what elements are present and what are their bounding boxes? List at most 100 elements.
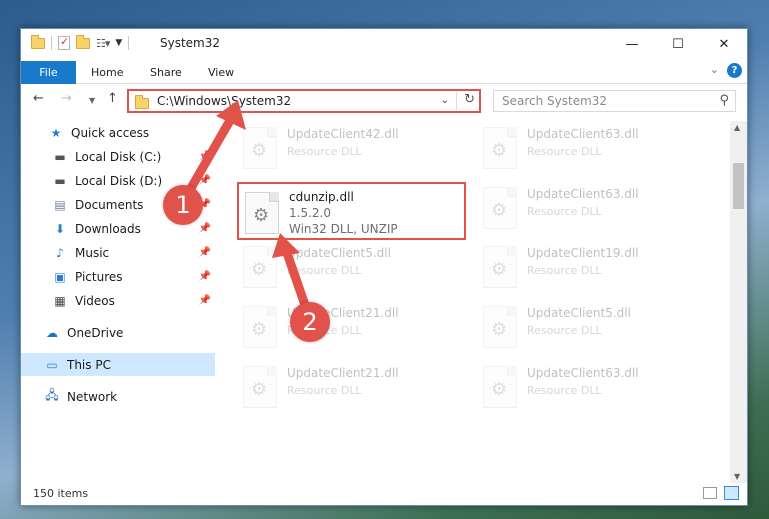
highlighted-file-cdunzip[interactable]: ⚙ cdunzip.dll 1.5.2.0 Win32 DLL, UNZIP (237, 182, 466, 240)
expand-ribbon-chevron-icon[interactable]: ⌄ (710, 63, 719, 76)
list-item[interactable]: ⚙ UpdateClient42.dll Resource DLL (237, 123, 467, 175)
new-folder-icon[interactable] (76, 34, 90, 49)
sidebar-item-local-disk-c[interactable]: ▬ Local Disk (C:) 📌 (21, 145, 215, 168)
sidebar-item-onedrive[interactable]: ☁ OneDrive (21, 321, 215, 344)
search-icon[interactable]: ⚲ (719, 93, 729, 108)
scroll-down-arrow-icon[interactable]: ▼ (734, 472, 740, 481)
tab-home[interactable]: Home (91, 66, 123, 79)
drive-icon: ▬ (54, 149, 66, 164)
file-description: Resource DLL (527, 324, 602, 337)
ribbon-tabs: File Home Share View ⌄ ? (21, 59, 747, 84)
close-button[interactable]: ✕ (701, 29, 747, 59)
sidebar-item-quick-access[interactable]: ★ Quick access (21, 121, 215, 144)
documents-icon: ▤ (54, 197, 66, 212)
tab-view[interactable]: View (208, 66, 234, 79)
list-item[interactable]: ⚙ UpdateClient63.dll Resource DLL (477, 123, 707, 175)
cloud-icon: ☁ (46, 325, 58, 340)
sidebar-item-videos[interactable]: ▦ Videos 📌 (21, 289, 215, 312)
list-item[interactable]: ⚙ UpdateClient5.dll Resource DLL (237, 242, 467, 294)
gear-icon: ⚙ (491, 319, 508, 340)
step-1-badge: 1 (163, 185, 203, 225)
quick-access-toolbar: ☷▾ ▼ (31, 34, 130, 50)
dll-file-icon: ⚙ (483, 187, 517, 229)
dll-file-icon: ⚙ (483, 306, 517, 348)
toolbar-divider (128, 36, 130, 50)
file-version: 1.5.2.0 (289, 206, 331, 220)
list-item[interactable]: ⚙ UpdateClient63.dll Resource DLL (477, 362, 707, 414)
refresh-icon[interactable]: ↻ (464, 92, 475, 107)
window-title: System32 (160, 36, 221, 50)
folder-icon[interactable] (31, 34, 45, 49)
view-options-icon[interactable]: ☷▾ (96, 37, 110, 50)
pin-icon[interactable]: 📌 (199, 271, 211, 282)
sidebar-item-this-pc[interactable]: ▭ This PC (21, 353, 215, 376)
properties-icon[interactable] (58, 35, 70, 50)
details-view-icon[interactable] (703, 487, 717, 499)
pin-icon[interactable]: 📌 (199, 295, 211, 306)
forward-arrow-icon[interactable]: → (61, 91, 72, 106)
sidebar-item-network[interactable]: 🖧 Network (21, 385, 215, 408)
file-description: Resource DLL (527, 384, 602, 397)
scrollbar-thumb[interactable] (733, 163, 744, 209)
pin-icon[interactable]: 📌 (199, 175, 211, 186)
large-icons-view-icon[interactable] (724, 486, 739, 500)
music-icon: ♪ (56, 245, 64, 260)
list-item[interactable]: ⚙ UpdateClient5.dll Resource DLL (477, 302, 707, 354)
dll-file-icon: ⚙ (245, 192, 279, 234)
minimize-button[interactable]: — (609, 29, 655, 59)
customize-toolbar-chevron-icon[interactable]: ▼ (115, 38, 122, 48)
tab-file[interactable]: File (21, 61, 76, 84)
sidebar-item-label: Videos (75, 293, 115, 308)
address-divider (456, 92, 457, 110)
drive-icon: ▬ (54, 173, 66, 188)
vertical-scrollbar[interactable]: ▲ ▼ (730, 121, 747, 483)
sidebar-item-label: Local Disk (D:) (75, 173, 163, 188)
step-2-badge: 2 (290, 302, 330, 342)
file-name: UpdateClient42.dll (287, 127, 399, 141)
pin-icon[interactable]: 📌 (199, 247, 211, 258)
list-item[interactable]: ⚙ UpdateClient63.dll Resource DLL (477, 183, 707, 235)
pin-icon[interactable]: 📌 (199, 151, 211, 162)
file-description: Resource DLL (527, 205, 602, 218)
list-item[interactable]: ⚙ UpdateClient21.dll Resource DLL (237, 302, 467, 354)
navigation-bar: ← → ▼ ↑ C:\Windows\System32 ⌄ ↻ Search S… (21, 85, 747, 117)
sidebar-item-label: Music (75, 245, 110, 260)
file-name: UpdateClient5.dll (527, 306, 631, 320)
file-name: UpdateClient63.dll (527, 127, 639, 141)
address-bar[interactable]: C:\Windows\System32 ⌄ ↻ (127, 89, 481, 113)
file-description: Resource DLL (527, 145, 602, 158)
recent-locations-chevron-icon[interactable]: ▼ (89, 96, 95, 105)
sidebar-item-label: Quick access (71, 125, 150, 140)
back-arrow-icon[interactable]: ← (33, 91, 44, 106)
address-path[interactable]: C:\Windows\System32 (157, 94, 291, 108)
up-arrow-icon[interactable]: ↑ (107, 91, 118, 106)
address-history-chevron-icon[interactable]: ⌄ (441, 95, 449, 106)
maximize-button[interactable]: ☐ (655, 29, 701, 59)
help-icon[interactable]: ? (727, 63, 742, 78)
sidebar-item-pictures[interactable]: ▣ Pictures 📌 (21, 265, 215, 288)
search-placeholder: Search System32 (502, 94, 608, 108)
file-description: Resource DLL (287, 384, 362, 397)
videos-icon: ▦ (54, 293, 66, 308)
gear-icon: ⚙ (251, 140, 268, 161)
pin-icon[interactable]: 📌 (199, 223, 211, 234)
file-name: UpdateClient63.dll (527, 187, 639, 201)
sidebar-item-label: Downloads (75, 221, 141, 236)
file-explorer-window: ☷▾ ▼ System32 — ☐ ✕ File Home Share View… (20, 28, 748, 506)
list-item[interactable]: ⚙ UpdateClient21.dll Resource DLL (237, 362, 467, 414)
search-input[interactable]: Search System32 ⚲ (493, 90, 736, 112)
sidebar-item-label: This PC (67, 357, 111, 372)
computer-icon: ▭ (46, 357, 58, 372)
file-name: UpdateClient21.dll (287, 366, 399, 380)
file-description: Resource DLL (287, 264, 362, 277)
file-name: UpdateClient63.dll (527, 366, 639, 380)
sidebar-item-music[interactable]: ♪ Music 📌 (21, 241, 215, 264)
scroll-up-arrow-icon[interactable]: ▲ (734, 123, 740, 132)
tab-share[interactable]: Share (150, 66, 182, 79)
list-item[interactable]: ⚙ UpdateClient19.dll Resource DLL (477, 242, 707, 294)
gear-icon: ⚙ (491, 200, 508, 221)
dll-file-icon: ⚙ (483, 127, 517, 169)
dll-file-icon: ⚙ (243, 127, 277, 169)
file-name: UpdateClient5.dll (287, 246, 391, 260)
gear-icon: ⚙ (251, 259, 268, 280)
